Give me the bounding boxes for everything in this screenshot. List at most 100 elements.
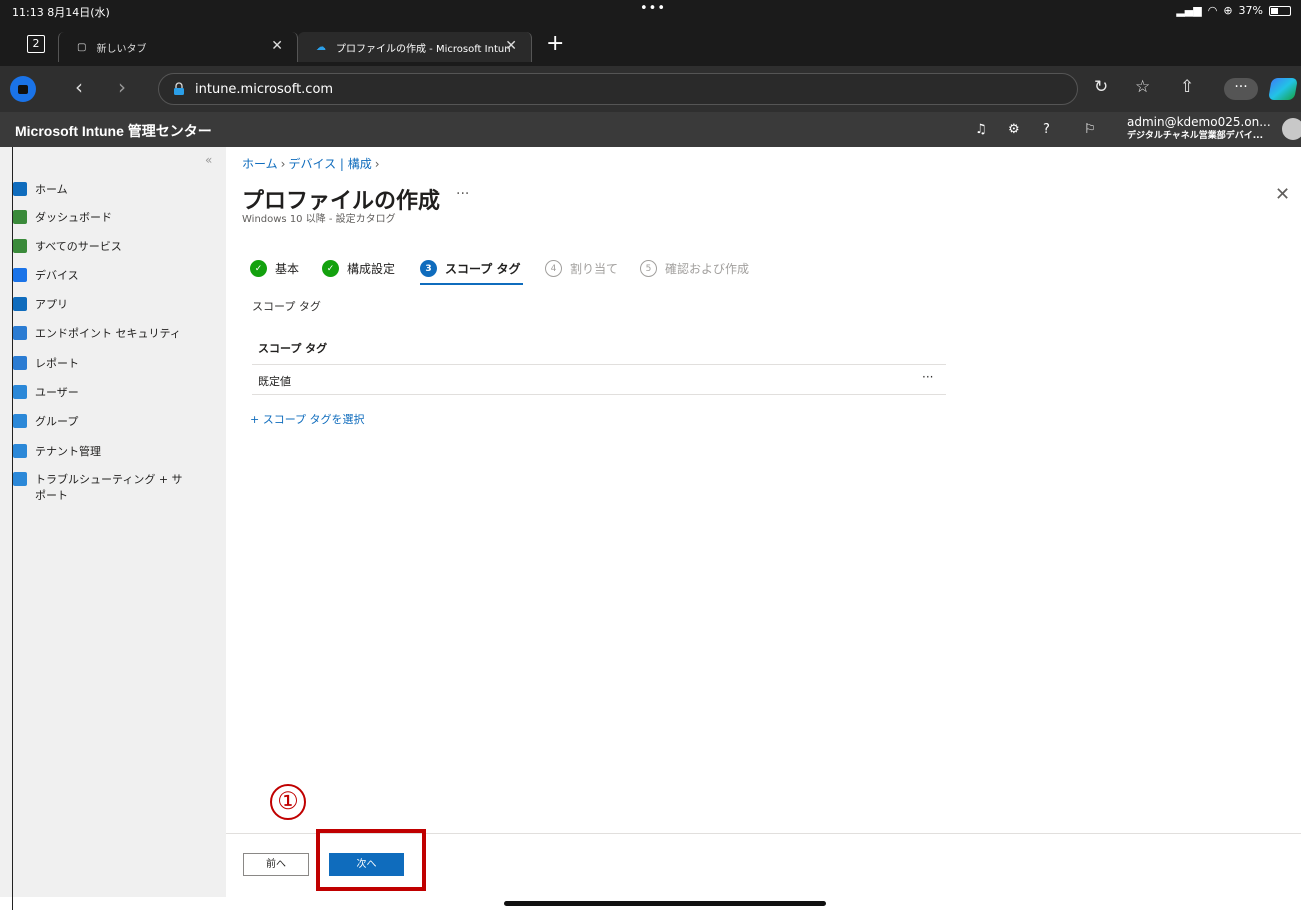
sidebar-item-reports[interactable]: レポート <box>13 355 79 371</box>
step-label: 構成設定 <box>347 262 396 276</box>
signal-icon: ▂▄▆ <box>1176 4 1202 17</box>
sidebar-item-label: ホーム <box>35 183 68 196</box>
sidebar-item-groups[interactable]: グループ <box>13 413 78 429</box>
sidebar-item-label: エンドポイント セキュリティ <box>35 327 181 340</box>
step-number: 4 <box>545 260 562 277</box>
tab-count-button[interactable]: 2 <box>27 35 45 53</box>
step-scope-tags[interactable]: 3 スコープ タグ <box>420 260 520 277</box>
sidebar-item-label: アプリ <box>35 298 68 311</box>
avatar[interactable] <box>1282 118 1301 140</box>
sidebar-item-troubleshooting-support[interactable]: トラブルシューティング + サポート <box>13 471 183 503</box>
tab-new-tab[interactable]: ▢ 新しいタブ ✕ <box>58 32 298 62</box>
status-time: 11:13 8月14日(水) <box>12 6 110 19</box>
breadcrumb-device[interactable]: デバイス | 構成 <box>288 157 371 171</box>
sidebar-item-label: ダッシュボード <box>35 211 112 224</box>
feedback-icon[interactable]: ⚐ <box>1084 122 1096 137</box>
table-cell: 既定値 <box>258 375 291 388</box>
share-icon[interactable]: ⇧ <box>1180 77 1194 97</box>
step-assignments[interactable]: 4 割り当て <box>545 260 618 277</box>
select-scope-tags-link[interactable]: + スコープ タグを選択 <box>250 411 365 427</box>
account-org: デジタルチャネル営業部デバイ... <box>1127 131 1263 141</box>
close-tab-icon[interactable]: ✕ <box>505 38 517 54</box>
previous-button[interactable]: 前へ <box>243 853 309 876</box>
home-icon <box>13 182 27 196</box>
users-icon <box>13 385 27 399</box>
more-menu-icon[interactable]: ··· <box>1224 78 1258 100</box>
copilot-icon[interactable] <box>1268 78 1298 100</box>
groups-icon <box>13 414 27 428</box>
breadcrumb-home[interactable]: ホーム <box>242 157 278 171</box>
sidebar-item-label: デバイス <box>35 269 79 282</box>
sidebar-item-endpoint-security[interactable]: エンドポイント セキュリティ <box>13 325 181 341</box>
sidebar-item-label: レポート <box>35 357 79 370</box>
settings-gear-icon[interactable]: ⚙ <box>1008 122 1020 137</box>
account-info[interactable]: admin@kdemo025.on... デジタルチャネル営業部デバイ... <box>1127 115 1271 143</box>
collapse-sidebar-icon[interactable]: « <box>205 153 212 167</box>
sidebar-item-text: エンドポイント セキュリティ <box>35 325 181 341</box>
favorites-icon[interactable]: ☆ <box>1135 77 1150 97</box>
sidebar-item-text: デバイス <box>35 267 79 283</box>
troubleshooting-support-icon <box>13 472 27 486</box>
more-options-icon[interactable]: ··· <box>456 186 469 202</box>
sidebar-item-apps[interactable]: アプリ <box>13 296 68 312</box>
sidebar-item-all-services[interactable]: すべてのサービス <box>13 238 122 254</box>
status-bar: 11:13 8月14日(水) ••• ▂▄▆ ◠ ⊕ 37% <box>0 0 1301 20</box>
sidebar-item-text: ユーザー <box>35 384 79 400</box>
all-services-icon <box>13 239 27 253</box>
step-number: 3 <box>420 260 437 277</box>
home-indicator[interactable] <box>504 901 826 906</box>
forward-arrow-icon[interactable]: › <box>118 75 126 99</box>
step-label: スコープ タグ <box>445 262 521 276</box>
divider <box>252 364 946 365</box>
sidebar-item-text: トラブルシューティング + サポート <box>35 471 183 503</box>
close-tab-icon[interactable]: ✕ <box>271 38 283 54</box>
address-bar[interactable]: intune.microsoft.com <box>158 73 1078 105</box>
step-label: 基本 <box>275 262 300 276</box>
breadcrumb-separator: › <box>280 157 286 171</box>
tab-strip: 2 ▢ 新しいタブ ✕ ☁ プロファイルの作成 - Microsoft Intu… <box>0 26 1301 66</box>
reports-icon <box>13 356 27 370</box>
multitasking-dots[interactable]: ••• <box>640 1 666 16</box>
step-number: 5 <box>640 260 657 277</box>
sidebar-item-dashboard[interactable]: ダッシュボード <box>13 209 112 225</box>
cloud-icon: ☁ <box>316 41 326 53</box>
close-icon[interactable]: ✕ <box>1275 184 1290 205</box>
sidebar-item-label: ユーザー <box>35 386 79 399</box>
profile-button[interactable] <box>10 76 36 102</box>
help-icon[interactable]: ? <box>1043 122 1050 137</box>
reload-icon[interactable]: ↻ <box>1094 77 1108 97</box>
tab-intune[interactable]: ☁ プロファイルの作成 - Microsoft Intun ✕ <box>298 32 532 62</box>
endpoint-security-icon <box>13 326 27 340</box>
url-text: intune.microsoft.com <box>195 82 334 97</box>
new-tab-plus-icon[interactable]: + <box>546 33 564 55</box>
active-step-underline <box>420 283 523 285</box>
check-icon: ✓ <box>250 260 267 277</box>
browser-toolbar: ‹ › intune.microsoft.com ↻ ☆ ⇧ ··· <box>0 66 1301 112</box>
notification-bell-icon[interactable]: ♫ <box>975 122 987 137</box>
sidebar-item-label: すべてのサービス <box>35 240 122 253</box>
step-basics[interactable]: ✓ 基本 <box>250 260 299 277</box>
back-arrow-icon[interactable]: ‹ <box>75 75 83 99</box>
sidebar-item-devices[interactable]: デバイス <box>13 267 79 283</box>
check-icon: ✓ <box>322 260 339 277</box>
apps-icon <box>13 297 27 311</box>
briefcase-icon <box>18 85 28 94</box>
step-configuration-settings[interactable]: ✓ 構成設定 <box>322 260 395 277</box>
orientation-lock-icon: ⊕ <box>1223 4 1233 17</box>
wifi-icon: ◠ <box>1207 4 1218 17</box>
page-icon: ▢ <box>77 41 87 53</box>
table-header: スコープ タグ <box>258 342 328 355</box>
sidebar-item-label: テナント管理 <box>35 445 101 458</box>
sidebar-item-label: グループ <box>35 415 79 428</box>
sidebar: « ホームダッシュボード すべてのサービス デバイスアプリエンドポイント セキュリテ… <box>0 147 226 910</box>
step-review-create[interactable]: 5 確認および作成 <box>640 260 749 277</box>
tenant-admin-icon <box>13 444 27 458</box>
sidebar-item-text: テナント管理 <box>35 443 101 459</box>
sidebar-item-users[interactable]: ユーザー <box>13 384 79 400</box>
app-title[interactable]: Microsoft Intune 管理センター <box>15 121 212 141</box>
tab-title: 新しいタブ <box>96 43 147 55</box>
sidebar-item-home[interactable]: ホーム <box>13 181 68 197</box>
row-more-icon[interactable]: ··· <box>922 370 933 384</box>
app-header: Microsoft Intune 管理センター ♫ ⚙ ? ⚐ admin@kd… <box>0 112 1301 147</box>
sidebar-item-tenant-admin[interactable]: テナント管理 <box>13 443 101 459</box>
